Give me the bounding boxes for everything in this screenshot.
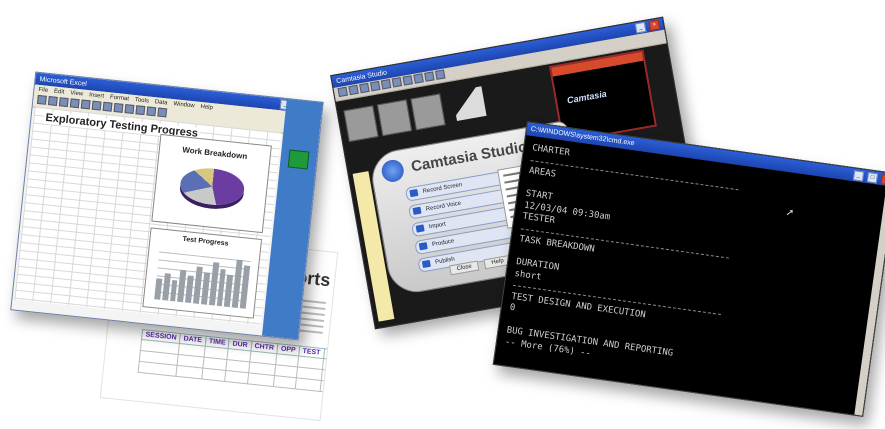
recycle-icon[interactable]	[287, 149, 310, 170]
menu-item[interactable]: Data	[154, 99, 167, 106]
console-output[interactable]: CHARTER AREAS START 12/03/04 09:30am TESTER T…	[503, 143, 885, 408]
menu-item[interactable]: View	[70, 90, 83, 97]
sessions-table: SESSION DATE TIME DUR CHTR OPP TEST BUG	[138, 329, 339, 394]
mouse-cursor-icon: ➚	[784, 207, 795, 220]
preview-logo: Camtasia	[566, 88, 608, 106]
worksheet-grid[interactable]: Exploratory Testing Progress Work Breakd…	[14, 106, 282, 326]
test-progress-chart[interactable]: Test Progress	[142, 227, 263, 319]
menu-item[interactable]: Help	[200, 103, 213, 110]
table-cell	[201, 368, 227, 382]
table-cell	[295, 377, 321, 392]
terminal-window[interactable]: C:\WINDOWS\system32\cmd.exe _ □ × CHARTE…	[492, 121, 885, 417]
close-icon[interactable]: ×	[880, 173, 885, 185]
minimize-icon[interactable]: _	[852, 169, 865, 182]
audio-waveform	[451, 86, 487, 121]
table-cell	[176, 365, 203, 379]
bar	[154, 277, 163, 300]
table-cell	[273, 375, 297, 389]
menu-item[interactable]: Format	[110, 94, 130, 102]
bar	[169, 279, 178, 302]
bar-series	[154, 251, 251, 309]
chart-title: Work Breakdown	[181, 145, 248, 162]
menu-item[interactable]: File	[38, 86, 48, 93]
chart-title: Test Progress	[182, 235, 229, 248]
pie-chart	[178, 165, 246, 208]
table-cell	[319, 380, 339, 394]
table-cell	[225, 370, 249, 384]
close-icon[interactable]: ×	[648, 19, 661, 32]
menu-item[interactable]: Insert	[89, 92, 105, 100]
menu-item[interactable]: Tools	[135, 97, 150, 104]
camtasia-logo-icon	[379, 158, 406, 184]
minimize-icon[interactable]: _	[634, 21, 647, 34]
work-breakdown-chart[interactable]: Work Breakdown	[151, 133, 272, 234]
clip-thumbnails[interactable]	[343, 93, 446, 143]
spreadsheet-window[interactable]: Microsoft Excel _ □ × FileEditViewInsert…	[10, 71, 324, 341]
table-cell	[247, 372, 275, 387]
menu-item[interactable]: Edit	[54, 88, 65, 95]
maximize-icon[interactable]: □	[866, 171, 879, 183]
